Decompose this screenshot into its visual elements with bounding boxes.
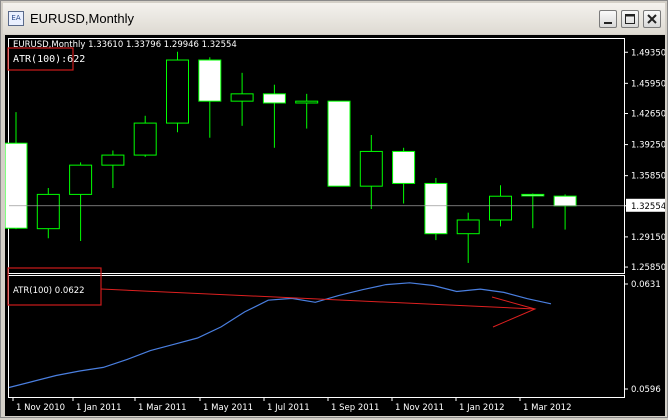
main-panel-border	[8, 38, 625, 274]
candle-body	[295, 100, 319, 104]
candle-body	[424, 182, 448, 235]
candle-body	[521, 193, 545, 197]
annotation-arrow-head	[491, 296, 537, 328]
candles-layer	[4, 51, 577, 263]
candle-body	[553, 195, 577, 207]
candle-body	[392, 150, 416, 184]
candle-body	[166, 59, 189, 124]
close-icon	[647, 14, 657, 24]
chart-area[interactable]: 1.49350 1.45950 1.42650 1.39250 1.35850 1.325…	[4, 35, 666, 416]
price-axis-label: 1.45950	[631, 79, 665, 89]
candle-body	[4, 142, 28, 229]
app-icon: EA	[8, 11, 24, 26]
candle-body	[327, 100, 351, 187]
time-axis-label: 1 Jul 2011	[267, 403, 310, 413]
atr-label-text: ATR(100):622	[13, 54, 85, 65]
maximize-button[interactable]	[621, 10, 639, 28]
candle-body	[230, 93, 254, 102]
time-axis-label: 1 Jan 2012	[459, 403, 505, 413]
price-axis-label: 1.42650	[631, 109, 665, 119]
candle-body	[101, 154, 125, 166]
annotation-arrow-line	[100, 288, 536, 310]
title-bar[interactable]: EA EURUSD,Monthly	[3, 3, 665, 34]
candle-body	[133, 122, 157, 156]
chart-canvas[interactable]: 1.49350 1.45950 1.42650 1.39250 1.35850 1.325…	[4, 35, 666, 416]
candle-body	[489, 195, 512, 221]
price-axis-label: 1.32554	[631, 202, 665, 212]
indicator-axis-label: 0.0631	[631, 280, 661, 290]
time-axis-label: 1 Mar 2012	[523, 403, 571, 413]
time-axis-label: 1 May 2011	[203, 403, 253, 413]
minimize-icon	[604, 22, 612, 24]
indicator-label-text: ATR(100) 0.0622	[13, 286, 85, 296]
indicator-axis-label: 0.0596	[631, 385, 661, 395]
candle-body	[359, 150, 383, 187]
candle-body	[69, 164, 93, 195]
candle-body	[262, 93, 286, 104]
window-title: EURUSD,Monthly	[30, 11, 135, 26]
price-axis-label: 1.35850	[631, 172, 665, 182]
close-button[interactable]	[643, 10, 661, 28]
time-axis-label: 1 Jan 2011	[76, 403, 122, 413]
price-axis-label: 1.29150	[631, 233, 665, 243]
candle-body	[36, 193, 60, 230]
maximize-icon	[625, 14, 635, 24]
candle-body	[198, 59, 222, 102]
atr-layer	[8, 282, 552, 389]
price-axis-label: 1.25850	[631, 263, 665, 273]
time-axis-label: 1 Mar 2011	[138, 403, 186, 413]
chart-window: EA EURUSD,Monthly 1.49350 1.45950 1.42650 1…	[0, 0, 668, 418]
time-axis-label: 1 Nov 2010	[16, 403, 65, 413]
atr-series-line	[8, 282, 552, 389]
time-axis-label: 1 Sep 2011	[331, 403, 379, 413]
price-axis-label: 1.49350	[631, 48, 665, 58]
minimize-button[interactable]	[599, 10, 617, 28]
price-axis-label: 1.39250	[631, 141, 665, 151]
time-axis-label: 1 Nov 2011	[395, 403, 444, 413]
candle-body	[456, 219, 480, 235]
